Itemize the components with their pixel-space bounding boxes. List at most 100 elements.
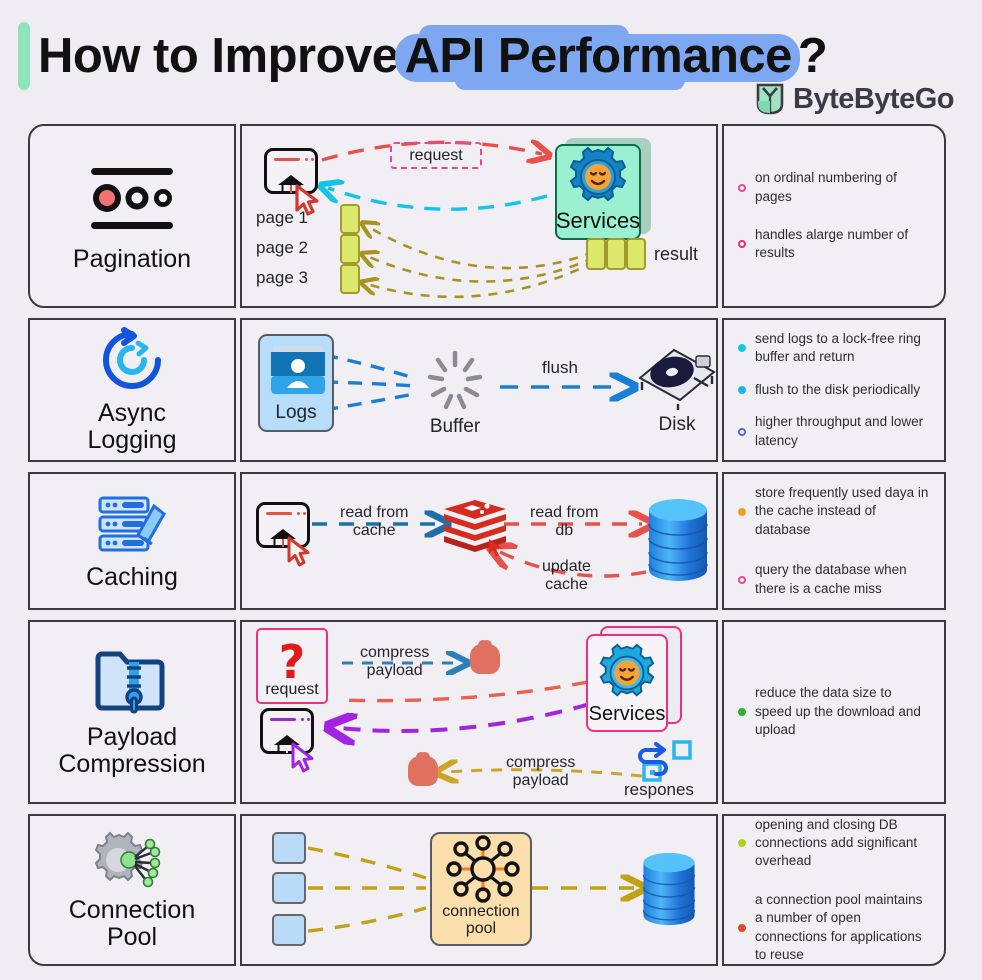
page-chip-3 bbox=[340, 264, 360, 294]
services-label: Services bbox=[555, 208, 641, 233]
rows-grid: Pagination request Services result page … bbox=[0, 0, 982, 980]
database-cylinder-icon bbox=[642, 852, 696, 926]
row-pagination: Pagination request Services result page … bbox=[28, 124, 946, 308]
cursor-icon bbox=[291, 742, 314, 773]
row-label-async-logging: Async Logging bbox=[87, 399, 177, 454]
notes-cell-connection-pool: opening and closing DB connections add s… bbox=[722, 814, 946, 966]
note-item: flush to the disk periodically bbox=[738, 381, 932, 399]
page-chip-1 bbox=[340, 204, 360, 234]
async-refresh-icon bbox=[103, 327, 161, 389]
services-card: Services bbox=[586, 634, 668, 732]
notes-cell-payload-compression: reduce the data size to speed up the dow… bbox=[722, 620, 946, 804]
note-item: store frequently used daya in the cache … bbox=[738, 484, 932, 539]
title-highlight-wrap: API Performance bbox=[394, 25, 800, 90]
note-bullet-icon bbox=[738, 385, 746, 394]
infographic-page: How to Improve API Performance ? ByteByt… bbox=[0, 0, 982, 980]
note-text: higher throughput and lower latency bbox=[755, 414, 924, 448]
row-label-connection-pool: Connection Pool bbox=[68, 896, 196, 951]
label-cell-connection-pool: Connection Pool bbox=[28, 814, 236, 966]
notes-cell-caching: store frequently used daya in the cache … bbox=[722, 472, 946, 610]
request-box: ? request bbox=[256, 628, 328, 704]
read-from-db-label: read from db bbox=[530, 504, 599, 539]
note-bullet-icon bbox=[738, 427, 746, 436]
page-label-1: page 1 bbox=[256, 208, 308, 227]
gear-nodes-icon bbox=[94, 831, 161, 888]
label-cell-async-logging: Async Logging bbox=[28, 318, 236, 462]
diagram-cell-caching: read from cache read from db update cach… bbox=[240, 472, 718, 610]
note-text: store frequently used daya in the cache … bbox=[755, 485, 929, 537]
request-label-chip: request bbox=[390, 142, 482, 169]
note-text: on ordinal numbering of pages bbox=[755, 170, 897, 204]
page-label-3: page 3 bbox=[256, 268, 308, 287]
logs-label: Logs bbox=[275, 402, 317, 423]
row-payload-compression: Payload Compression ? request compress p… bbox=[28, 620, 946, 804]
note-item: on ordinal numbering of pages bbox=[738, 169, 932, 206]
respones-label: respones bbox=[624, 780, 694, 799]
payload-blob-bottom bbox=[408, 752, 438, 786]
cursor-icon bbox=[287, 536, 310, 567]
zip-folder-icon bbox=[95, 651, 165, 714]
pool-nodes-icon bbox=[446, 835, 520, 903]
row-label-payload-compression: Payload Compression bbox=[58, 723, 206, 778]
result-chip-1 bbox=[586, 238, 606, 270]
note-item: reduce the data size to speed up the dow… bbox=[738, 684, 932, 739]
buffer-label: Buffer bbox=[429, 416, 481, 437]
note-text: handles alarge number of results bbox=[755, 227, 909, 261]
note-text: a connection pool maintains a number of … bbox=[755, 891, 923, 962]
services-gear-smiley-icon bbox=[599, 643, 655, 697]
label-cell-pagination: Pagination bbox=[28, 124, 236, 308]
pagination-dots-icon bbox=[91, 167, 173, 229]
note-text: send logs to a lock-free ring buffer and… bbox=[755, 331, 921, 365]
label-cell-caching: Caching bbox=[28, 472, 236, 610]
note-text: flush to the disk periodically bbox=[755, 381, 921, 397]
disk-turntable-icon bbox=[638, 348, 716, 410]
label-cell-payload-compression: Payload Compression bbox=[28, 620, 236, 804]
diagram-cell-async-logging: Logs Buffer flush Disk bbox=[240, 318, 718, 462]
note-bullet-icon bbox=[738, 344, 746, 353]
note-item: handles alarge number of results bbox=[738, 226, 932, 263]
note-item: query the database when there is a cache… bbox=[738, 561, 932, 598]
services-card: Services bbox=[555, 144, 641, 240]
logs-card: Logs bbox=[258, 334, 334, 432]
note-bullet-icon bbox=[738, 507, 746, 516]
note-bullet-icon bbox=[738, 183, 746, 192]
buffer-spinner-icon bbox=[427, 350, 483, 410]
page-label-2: page 2 bbox=[256, 238, 308, 257]
connection-pool-label: connection pool bbox=[442, 902, 520, 938]
result-label: result bbox=[654, 244, 699, 264]
row-async-logging: Async Logging Logs Buffer flush Disk sen… bbox=[28, 318, 946, 462]
update-cache-label: update cache bbox=[542, 558, 591, 593]
services-label: Services bbox=[588, 703, 666, 725]
compress-payload-label-top: compress payload bbox=[360, 644, 430, 679]
client-box-1 bbox=[272, 832, 306, 864]
cursor-icon bbox=[489, 539, 502, 557]
note-item: a connection pool maintains a number of … bbox=[738, 891, 932, 964]
compress-payload-label-bottom: compress payload bbox=[506, 754, 576, 789]
read-from-cache-label: read from cache bbox=[340, 504, 409, 539]
notes-cell-pagination: on ordinal numbering of pages handles al… bbox=[722, 124, 946, 308]
services-gear-smiley-icon bbox=[569, 146, 627, 202]
title-highlight: API Performance bbox=[404, 29, 793, 83]
row-label-caching: Caching bbox=[86, 562, 178, 591]
row-connection-pool: Connection Pool connection pool opening … bbox=[28, 814, 946, 966]
diagram-cell-payload-compression: ? request compress payload Services comp… bbox=[240, 620, 718, 804]
diagram-cell-connection-pool: connection pool bbox=[240, 814, 718, 966]
note-bullet-icon bbox=[738, 923, 746, 932]
note-text: opening and closing DB connections add s… bbox=[755, 816, 918, 869]
note-item: opening and closing DB connections add s… bbox=[738, 816, 932, 871]
client-box-3 bbox=[272, 914, 306, 946]
page-chip-2 bbox=[340, 234, 360, 264]
note-item: send logs to a lock-free ring buffer and… bbox=[738, 330, 932, 367]
request-label: request bbox=[265, 681, 319, 698]
connection-pool-box: connection pool bbox=[430, 832, 532, 946]
diagram-cell-pagination: request Services result page 1 page 2 pa… bbox=[240, 124, 718, 308]
notes-cell-async-logging: send logs to a lock-free ring buffer and… bbox=[722, 318, 946, 462]
server-broom-icon bbox=[98, 496, 166, 551]
payload-blob-top bbox=[470, 640, 500, 674]
note-bullet-icon bbox=[738, 240, 746, 249]
flush-label: flush bbox=[542, 358, 578, 377]
client-box-2 bbox=[272, 872, 306, 904]
respones-flow-icon bbox=[638, 740, 692, 782]
row-caching: Caching read from cache read from db upd… bbox=[28, 472, 946, 610]
question-mark-icon: ? bbox=[278, 635, 306, 690]
